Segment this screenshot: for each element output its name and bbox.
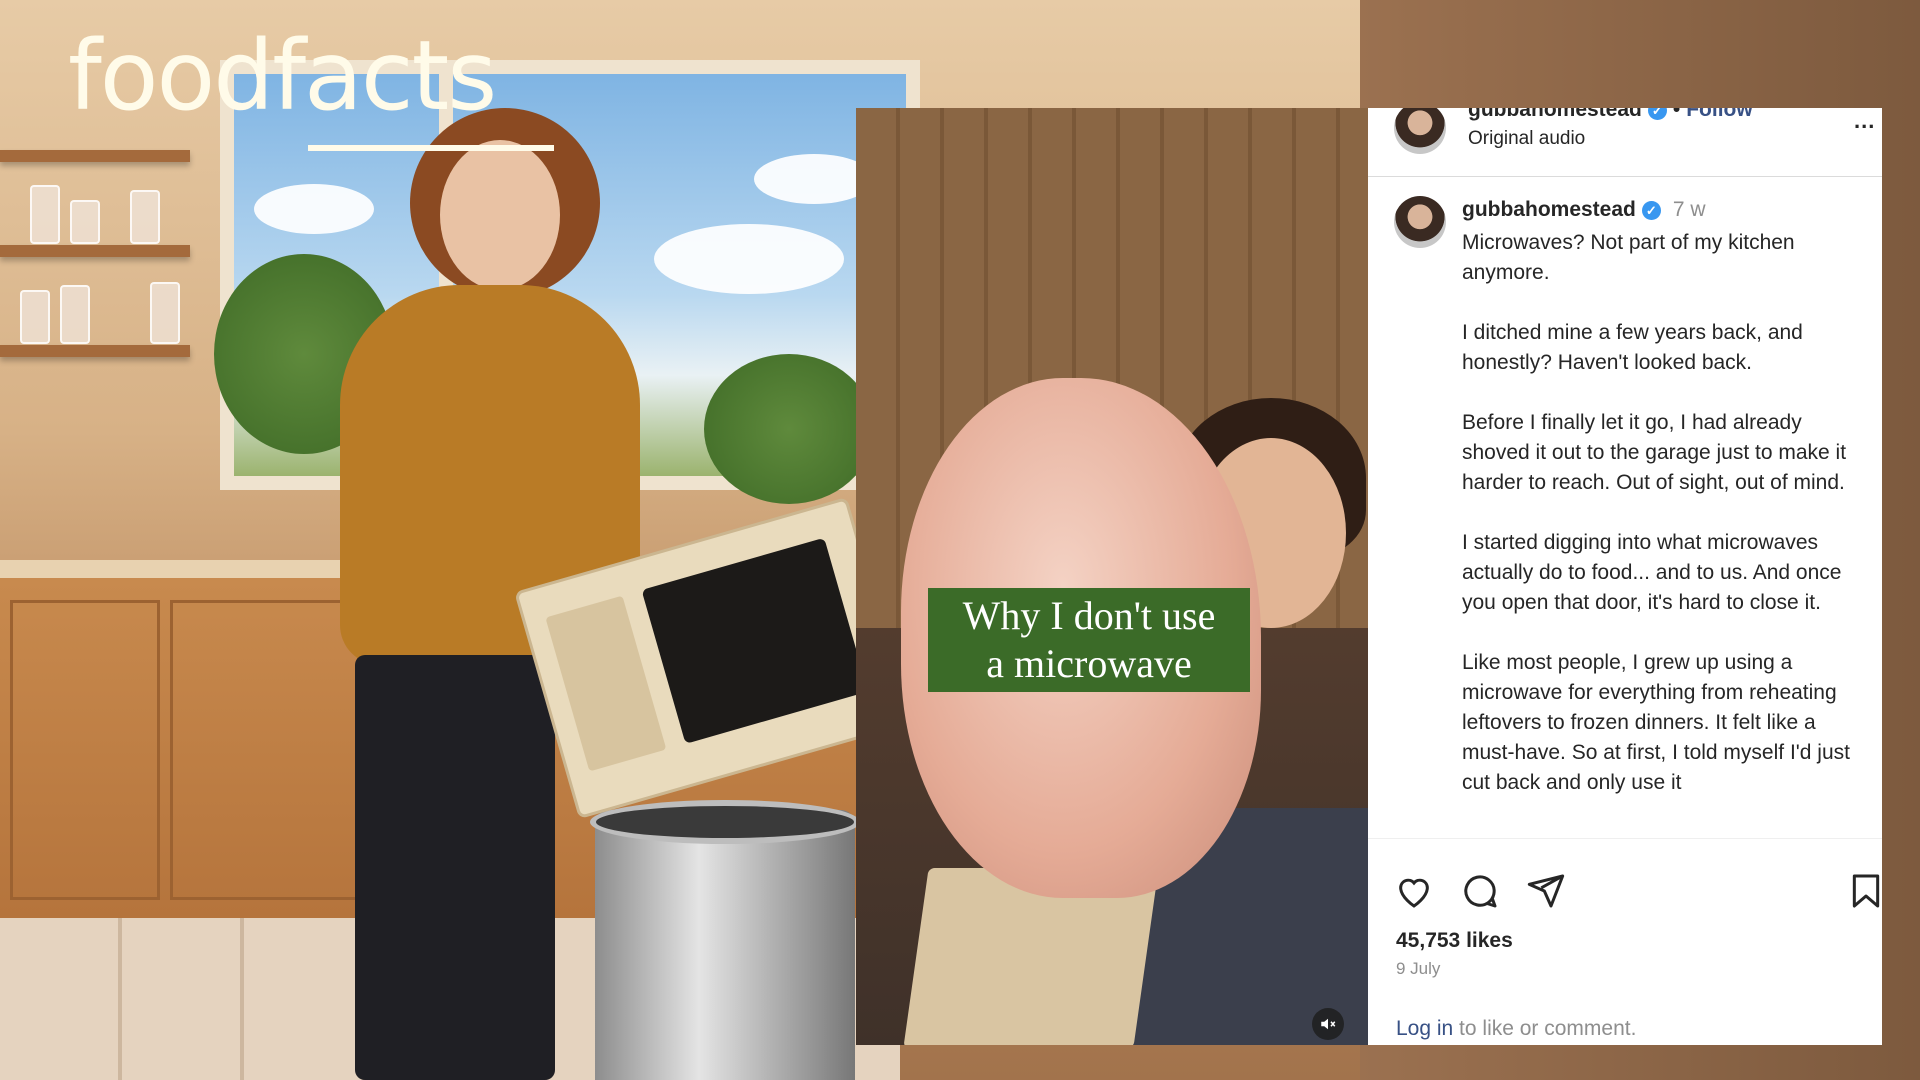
jar bbox=[20, 290, 50, 344]
separator-dot: • bbox=[1672, 108, 1681, 121]
post-caption: Microwaves? Not part of my kitchen anymo… bbox=[1462, 228, 1872, 843]
save-bookmark-icon[interactable] bbox=[1846, 871, 1882, 911]
header-username[interactable]: gubbahomestead bbox=[1468, 108, 1642, 121]
instagram-post-panel: gubbahomestead ✓ • Follow Original audio ..… bbox=[1368, 108, 1882, 1045]
shelf bbox=[0, 245, 190, 257]
shelf bbox=[0, 345, 190, 357]
comment-icon[interactable] bbox=[1460, 871, 1500, 911]
cabinet-door bbox=[10, 600, 160, 900]
login-prompt-text: to like or comment. bbox=[1453, 1017, 1637, 1040]
microwave-panel bbox=[545, 595, 667, 772]
post-username[interactable]: gubbahomestead bbox=[1462, 198, 1636, 221]
video-caption: Why I don't use a microwave bbox=[928, 588, 1250, 692]
login-prompt: Log in to like or comment. bbox=[1396, 1017, 1636, 1041]
jar bbox=[70, 200, 100, 244]
post-date: 9 July bbox=[1396, 959, 1441, 978]
post-time: 7 w bbox=[1672, 198, 1706, 221]
share-send-icon[interactable] bbox=[1526, 871, 1566, 911]
mute-icon[interactable] bbox=[1312, 1008, 1344, 1040]
follow-button[interactable]: Follow bbox=[1686, 108, 1753, 121]
verified-badge-icon: ✓ bbox=[1647, 108, 1667, 120]
caption-line-2: a microwave bbox=[986, 641, 1192, 686]
caption-paragraph: Before I finally let it go, I had alread… bbox=[1462, 411, 1847, 494]
cloud bbox=[654, 224, 844, 294]
trash-bin-opening bbox=[590, 800, 860, 844]
post-author-line: gubbahomestead ✓ 7 w bbox=[1462, 198, 1706, 222]
likes-count[interactable]: 45,753 likes bbox=[1396, 929, 1513, 953]
jar bbox=[30, 185, 60, 244]
verified-badge-icon: ✓ bbox=[1641, 200, 1661, 220]
woman-pants bbox=[355, 655, 555, 1080]
shelf bbox=[0, 150, 190, 162]
header-user-line: gubbahomestead ✓ • Follow bbox=[1468, 108, 1753, 122]
caption-line-1: Why I don't use bbox=[962, 593, 1216, 638]
original-audio-link[interactable]: Original audio bbox=[1468, 128, 1585, 150]
cloud bbox=[254, 184, 374, 234]
jar bbox=[130, 190, 160, 244]
jar bbox=[60, 285, 90, 344]
post-actions: 45,753 likes 9 July Log in to like or co… bbox=[1368, 838, 1882, 1045]
like-heart-icon[interactable] bbox=[1394, 871, 1434, 911]
tree bbox=[704, 354, 874, 504]
caption-paragraph: Microwaves? Not part of my kitchen anymo… bbox=[1462, 231, 1795, 284]
cabinet-door bbox=[170, 600, 360, 900]
caption-paragraph: I started digging into what microwaves a… bbox=[1462, 531, 1842, 614]
speaker-muted-icon bbox=[1321, 1018, 1336, 1030]
more-options-icon[interactable]: ... bbox=[1854, 108, 1875, 134]
post-avatar[interactable] bbox=[1394, 196, 1446, 248]
foodfacts-logo: foodfacts bbox=[68, 20, 497, 132]
woman-face bbox=[440, 140, 560, 290]
caption-paragraph: Like most people, I grew up using a micr… bbox=[1462, 651, 1850, 794]
caption-paragraph: I ditched mine a few years back, and hon… bbox=[1462, 321, 1803, 374]
post-header: gubbahomestead ✓ • Follow Original audio ..… bbox=[1368, 108, 1882, 177]
logo-underline bbox=[308, 145, 554, 151]
avatar[interactable] bbox=[1394, 108, 1446, 154]
microwave-door bbox=[641, 537, 869, 744]
login-link[interactable]: Log in bbox=[1396, 1017, 1453, 1040]
reel-video[interactable]: Why I don't use a microwave bbox=[856, 108, 1368, 1045]
jar bbox=[150, 282, 180, 344]
trash-bin bbox=[595, 810, 855, 1080]
